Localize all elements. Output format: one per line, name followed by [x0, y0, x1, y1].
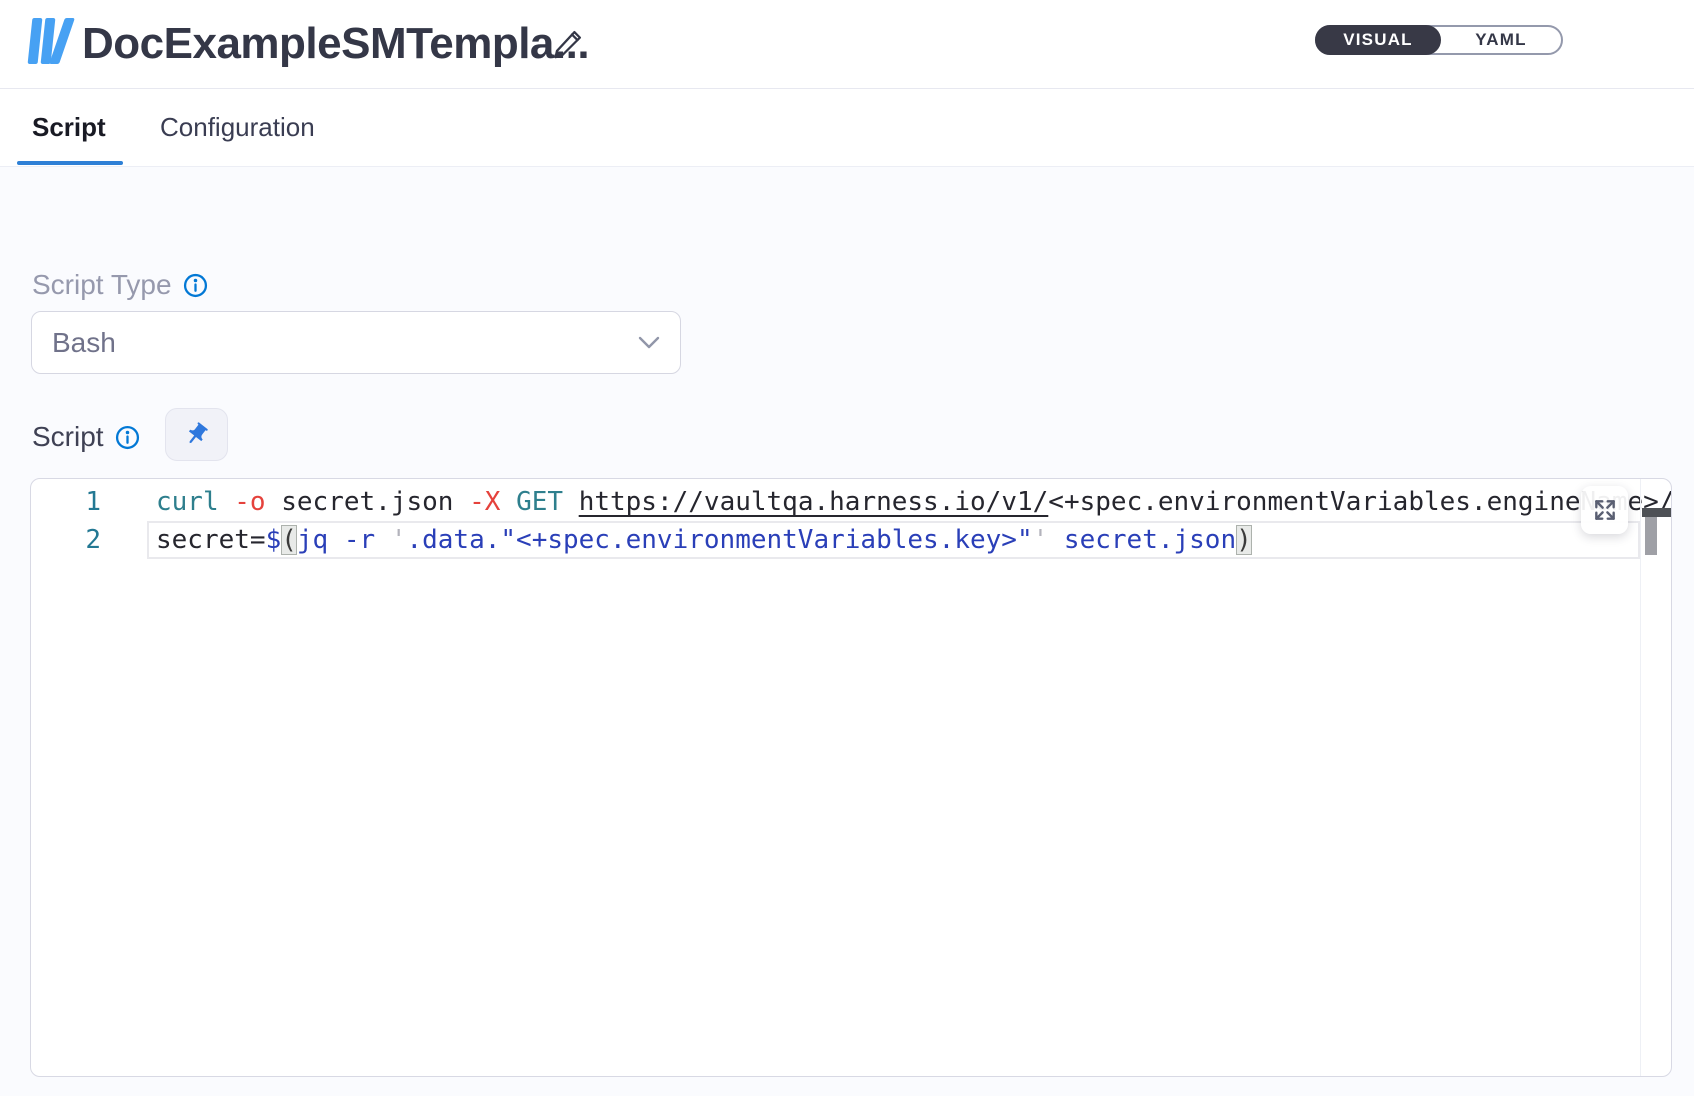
script-type-label: Script Type [32, 269, 172, 301]
pencil-icon [551, 27, 585, 61]
pushpin-icon [183, 421, 210, 448]
logo-bar [28, 18, 43, 64]
script-label: Script [32, 421, 104, 453]
template-library-icon [30, 18, 70, 64]
scrollbar-cap [1642, 508, 1671, 517]
edit-title-button[interactable] [549, 24, 587, 64]
script-code-editor[interactable]: 12 curl -o secret.json -X GET https://va… [30, 478, 1672, 1077]
info-icon[interactable] [115, 425, 140, 450]
active-tab-underline [17, 161, 123, 165]
page-title: DocExampleSMTempla... [82, 0, 589, 88]
script-type-label-row: Script Type [32, 269, 208, 301]
script-type-value: Bash [52, 327, 638, 359]
code-line: secret=$(jq -r '.data."<+spec.environmen… [156, 521, 1252, 559]
expand-icon [1592, 497, 1618, 523]
info-icon[interactable] [183, 273, 208, 298]
header: DocExampleSMTempla... VISUAL YAML [0, 0, 1694, 89]
pin-value-type-button[interactable] [165, 408, 228, 461]
tab-script[interactable]: Script [32, 89, 106, 166]
script-label-row: Script [32, 421, 140, 453]
vertical-scrollbar-thumb[interactable] [1645, 517, 1657, 555]
tab-bar: Script Configuration [0, 89, 1694, 167]
app-root: DocExampleSMTempla... VISUAL YAML Script… [0, 0, 1694, 1096]
scrollbar-lane-divider [1640, 479, 1641, 1076]
code-line: curl -o secret.json -X GET https://vault… [156, 483, 1672, 521]
toggle-yaml[interactable]: YAML [1441, 27, 1561, 53]
expand-editor-button[interactable] [1581, 486, 1628, 534]
chevron-down-icon [638, 336, 660, 350]
tab-configuration[interactable]: Configuration [160, 89, 315, 166]
mode-toggle: VISUAL YAML [1315, 25, 1563, 55]
script-type-select[interactable]: Bash [31, 311, 681, 374]
editor-lines: curl -o secret.json -X GET https://vault… [31, 479, 1671, 1076]
toggle-visual[interactable]: VISUAL [1315, 25, 1441, 55]
